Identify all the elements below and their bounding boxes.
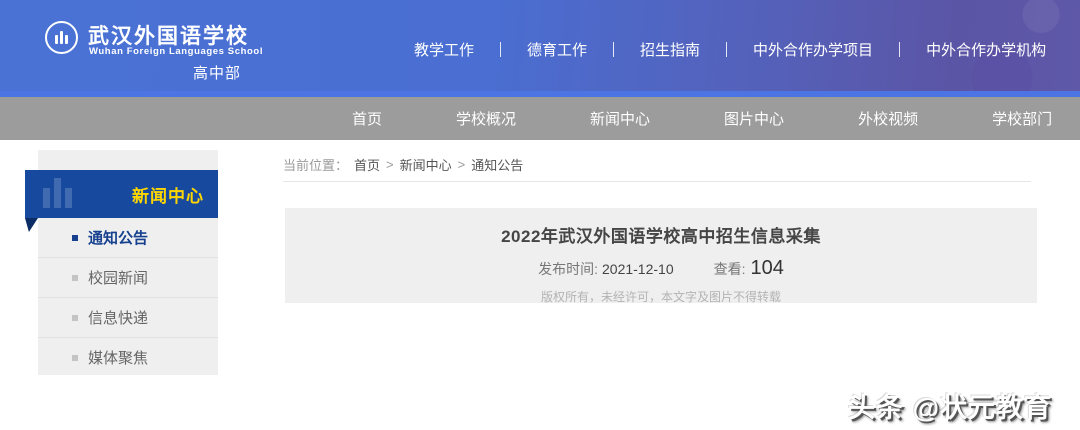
sidebar-title: 新闻中心 — [132, 186, 204, 206]
breadcrumb: 当前位置： 首页 > 新闻中心 > 通知公告 — [283, 155, 523, 174]
breadcrumb-notices[interactable]: 通知公告 — [471, 155, 523, 174]
divider — [899, 41, 901, 57]
page: 武汉外国语学校 Wuhan Foreign Languages School 高… — [0, 0, 1080, 430]
bullet-icon — [72, 234, 78, 241]
breadcrumb-home[interactable]: 首页 — [354, 155, 380, 174]
sidebar-watermark-icon — [43, 178, 72, 208]
school-name-en: Wuhan Foreign Languages School — [89, 46, 264, 57]
breadcrumb-label: 当前位置： — [283, 158, 349, 173]
sidebar-item-label: 通知公告 — [88, 230, 149, 247]
division-label: 高中部 — [193, 65, 242, 82]
article-header-box: 2022年武汉外国语学校高中招生信息采集 发布时间: 2021-12-10 查看… — [285, 208, 1037, 304]
sidebar-item-media-focus[interactable]: 媒体聚焦 — [38, 338, 218, 377]
breadcrumb-separator: > — [386, 157, 394, 172]
sidebar-item-campus-news[interactable]: 校园新闻 — [38, 258, 218, 298]
header-link-coop-program[interactable]: 中外合作办学项目 — [753, 39, 873, 60]
breadcrumb-separator: > — [457, 157, 466, 172]
logo-emblem-icon — [55, 31, 68, 44]
header-link-admissions-guide[interactable]: 招生指南 — [640, 39, 700, 60]
bullet-icon — [72, 274, 78, 281]
bullet-icon — [72, 354, 78, 361]
nav-item-school-overview[interactable]: 学校概况 — [456, 108, 516, 129]
publish-date-label: 发布时间: — [538, 261, 598, 277]
breadcrumb-divider — [283, 181, 1031, 182]
views-label: 查看: — [713, 261, 746, 277]
article-meta: 发布时间: 2021-12-10 查看: 104 — [538, 257, 784, 280]
header-links: 教学工作 德育工作 招生指南 中外合作办学项目 中外合作办学机构 — [414, 38, 1046, 60]
bullet-icon — [72, 314, 78, 321]
main-nav: 首页 学校概况 新闻中心 图片中心 外校视频 学校部门 — [0, 97, 1080, 140]
breadcrumb-news-center[interactable]: 新闻中心 — [400, 155, 452, 174]
sidebar-item-info-express[interactable]: 信息快递 — [38, 298, 218, 338]
sidebar-item-label: 校园新闻 — [88, 270, 149, 287]
school-logo-icon[interactable] — [45, 21, 78, 54]
header-link-coop-institution[interactable]: 中外合作办学机构 — [926, 39, 1046, 60]
nav-item-home[interactable]: 首页 — [352, 108, 382, 129]
divider — [726, 41, 728, 57]
sidebar-header: 新闻中心 — [25, 170, 218, 218]
copyright-notice: 版权所有，未经许可，本文字及图片不得转载 — [540, 290, 781, 304]
nav-item-departments[interactable]: 学校部门 — [992, 108, 1052, 129]
sidebar-item-label: 信息快递 — [88, 310, 149, 327]
divider — [613, 41, 615, 57]
publish-date-value: 2021-12-10 — [602, 261, 674, 277]
nav-item-school-video[interactable]: 外校视频 — [858, 108, 918, 129]
sidebar-item-label: 媒体聚焦 — [88, 350, 149, 367]
toutiao-watermark: 头条 @状元教育 — [848, 393, 1052, 423]
sidebar-fold-corner — [25, 218, 38, 232]
sidebar-item-notices[interactable]: 通知公告 — [38, 218, 218, 258]
sidebar-menu: 通知公告 校园新闻 信息快递 媒体聚焦 — [38, 218, 218, 377]
nav-item-news-center[interactable]: 新闻中心 — [590, 108, 650, 129]
views-count: 104 — [750, 257, 784, 279]
header-link-moral-education[interactable]: 德育工作 — [527, 39, 587, 60]
article-title: 2022年武汉外国语学校高中招生信息采集 — [501, 227, 821, 246]
nav-item-picture-center[interactable]: 图片中心 — [724, 108, 784, 129]
header-link-teaching[interactable]: 教学工作 — [414, 39, 474, 60]
site-header: 武汉外国语学校 Wuhan Foreign Languages School 高… — [0, 0, 1080, 97]
divider — [500, 41, 502, 57]
